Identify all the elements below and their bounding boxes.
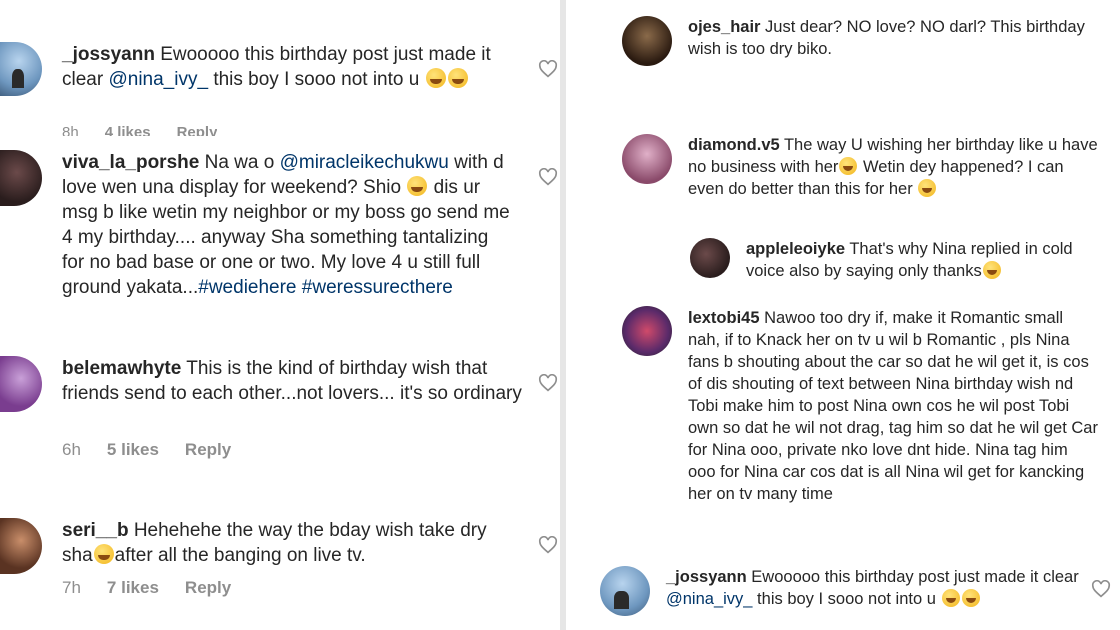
laughing-emoji-icon (447, 68, 468, 88)
comment-meta: 7h 7 likes Reply (62, 578, 231, 598)
comment-text: viva_la_porshe Na wa o @miracleikechukwu… (62, 152, 510, 298)
avatar[interactable] (0, 518, 42, 574)
avatar[interactable] (0, 42, 42, 96)
comment-time: 6h (62, 440, 81, 459)
mention-link[interactable]: @miracleikechukwu (280, 152, 449, 173)
comment-username[interactable]: viva_la_porshe (62, 152, 199, 173)
like-heart-icon[interactable] (538, 536, 558, 554)
laughing-emoji-icon (425, 68, 446, 88)
laughing-emoji-icon (941, 589, 960, 607)
comment-likes[interactable]: 5 likes (107, 440, 159, 460)
laughing-emoji-icon (961, 589, 980, 607)
comment-text: _jossyann Ewooooo this birthday post jus… (62, 44, 491, 90)
right-screenshot-panel: ojes_hair Just dear? NO love? NO darl? T… (566, 0, 1120, 630)
comment-username[interactable]: _jossyann (666, 568, 747, 586)
comment-text: _jossyann Ewooooo this birthday post jus… (666, 568, 1079, 608)
comment-text: diamond.v5 The way U wishing her birthda… (688, 136, 1098, 198)
comment-text: lextobi45 Nawoo too dry if, make it Roma… (688, 309, 1098, 503)
face-emoji-icon (93, 544, 114, 564)
reply-button[interactable]: Reply (177, 124, 218, 136)
face-emoji-icon (839, 157, 858, 175)
comment-text: belemawhyte This is the kind of birthday… (62, 358, 522, 404)
laughing-emoji-icon (918, 179, 937, 197)
reply-button[interactable]: Reply (185, 578, 231, 598)
left-screenshot-panel: _jossyann Ewooooo this birthday post jus… (0, 0, 560, 630)
avatar[interactable] (622, 306, 672, 356)
hashtags-link[interactable]: #wediehere #weressurecthere (198, 277, 453, 298)
reply-text: appleleoiyke That's why Nina replied in … (746, 240, 1073, 280)
like-heart-icon[interactable] (538, 374, 558, 392)
mention-link[interactable]: @nina_ivy_ (666, 590, 752, 608)
reply-button[interactable]: Reply (185, 440, 231, 460)
comment-username[interactable]: ojes_hair (688, 18, 760, 36)
comment-meta: 8h 4 likes Reply (62, 124, 217, 136)
comment-text: ojes_hair Just dear? NO love? NO darl? T… (688, 18, 1085, 58)
comment-username[interactable]: appleleoiyke (746, 240, 845, 258)
comment-username[interactable]: diamond.v5 (688, 136, 780, 154)
avatar[interactable] (690, 238, 730, 278)
avatar[interactable] (622, 16, 672, 66)
mention-link[interactable]: @nina_ivy_ (108, 69, 208, 90)
comment-text: seri__b Hehehehe the way the bday wish t… (62, 520, 487, 566)
comment-username[interactable]: lextobi45 (688, 309, 760, 327)
avatar[interactable] (622, 134, 672, 184)
comment-likes[interactable]: 7 likes (107, 578, 159, 598)
comment-time: 7h (62, 578, 81, 597)
smiling-emoji-icon (407, 176, 428, 196)
smiling-emoji-icon (982, 261, 1001, 279)
comment-username[interactable]: belemawhyte (62, 358, 181, 379)
avatar[interactable] (0, 150, 42, 206)
avatar[interactable] (600, 566, 650, 616)
comment-username[interactable]: seri__b (62, 520, 129, 541)
comment-likes[interactable]: 4 likes (105, 124, 151, 136)
comment-username[interactable]: _jossyann (62, 44, 155, 65)
like-heart-icon[interactable] (538, 168, 558, 186)
comment-meta: 6h 5 likes Reply (62, 440, 231, 460)
avatar[interactable] (0, 356, 42, 412)
comment-time: 8h (62, 124, 79, 136)
like-heart-icon[interactable] (538, 60, 558, 78)
like-heart-icon[interactable] (1091, 580, 1111, 598)
